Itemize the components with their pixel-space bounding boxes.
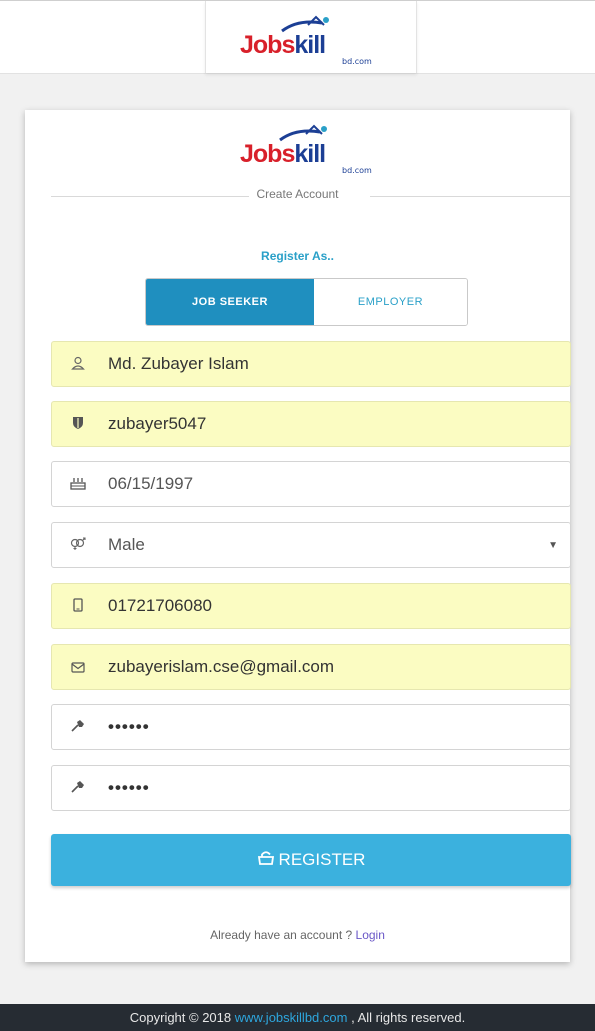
footer-site-link[interactable]: www.jobskillbd.com [235,1010,348,1025]
email-field[interactable]: zubayerislam.cse@gmail.com [51,644,571,690]
phone-value: 01721706080 [108,596,213,615]
confirm-password-field[interactable]: •••••• [51,765,571,811]
birth-date-field[interactable]: 06/15/1997 [51,461,571,507]
header-logo-word: Jobskill [240,31,326,59]
birth-date-value: 06/15/1997 [108,474,194,493]
footer-copyright: Copyright © 2018 [129,1010,232,1025]
card-logo-word: Jobskill [240,140,326,168]
gender-value: Male [108,535,145,554]
password-field[interactable]: •••••• [51,704,571,750]
footer-rights: , All rights reserved. [351,1010,466,1025]
login-prompt-text: Already have an account ? [210,928,353,942]
envelope-icon [68,658,88,678]
cake-icon [68,475,88,495]
register-button[interactable]: REGISTER [51,834,571,886]
shield-icon [68,415,88,435]
gender-select[interactable]: Male ▼ [51,522,571,568]
gender-icon [68,536,88,556]
phone-icon [68,597,88,617]
register-button-label: REGISTER [278,850,366,869]
divider-right [370,196,570,197]
footer: Copyright © 2018 www.jobskillbd.com , Al… [0,1004,595,1031]
create-account-title: Create Account [256,187,339,201]
job-seeker-option[interactable]: JOB SEEKER [146,279,314,325]
password-value: •••••• [108,717,150,736]
header-logo-box[interactable]: Jobskill bd.com [205,1,417,73]
full-name-value: Md. Zubayer Islam [108,354,249,373]
confirm-password-value: •••••• [108,778,150,797]
chevron-down-icon: ▼ [548,540,558,551]
user-icon [68,355,88,375]
top-header: Jobskill bd.com [0,0,595,74]
key-icon [68,718,88,738]
username-value: zubayer5047 [108,414,207,433]
username-field[interactable]: zubayer5047 [51,401,571,447]
full-name-field[interactable]: Md. Zubayer Islam [51,341,571,387]
phone-field[interactable]: 01721706080 [51,583,571,629]
header-logo[interactable]: Jobskill bd.com [240,15,390,66]
login-prompt: Already have an account ? Login [0,928,595,942]
lock-icon [257,835,275,887]
account-type-toggle: JOB SEEKER EMPLOYER [145,278,468,326]
register-as-label: Register As.. [261,249,334,263]
employer-option[interactable]: EMPLOYER [314,279,467,325]
card-logo-sub: bd.com [342,166,372,175]
card-logo: Jobskill bd.com [240,124,390,175]
header-logo-sub: bd.com [342,57,372,66]
login-link[interactable]: Login [356,928,385,942]
email-value: zubayerislam.cse@gmail.com [108,657,335,676]
key-icon [68,779,88,799]
